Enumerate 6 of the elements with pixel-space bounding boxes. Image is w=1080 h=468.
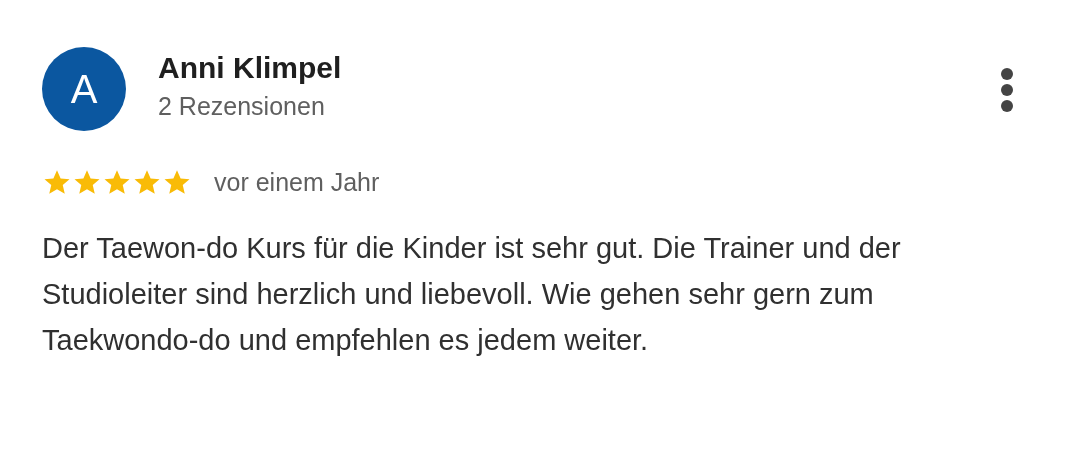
review-text: Der Taewon-do Kurs für die Kinder ist sehr gut. Die Trainer und der Studioleiter sind herzlich und liebevoll. Wie gehen sehr gern zum Taekwondo-do und empfehlen es jedem weiter. <box>42 231 902 358</box>
review-date: vor einem Jahr <box>214 167 380 197</box>
review-count: 2 Rezensionen <box>158 91 326 122</box>
more-options-icon[interactable] <box>1000 67 1014 113</box>
author-name: Anni Klimpel <box>158 50 342 86</box>
avatar: A <box>42 47 126 131</box>
